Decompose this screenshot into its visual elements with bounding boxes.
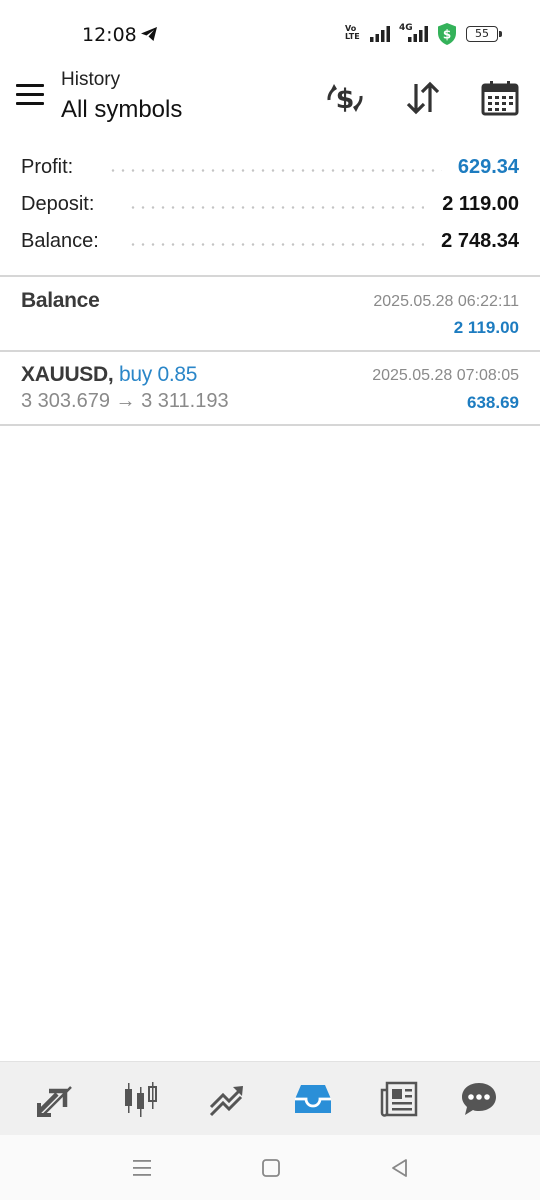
history-summary: Profit: 629.34 Deposit: 2 119.00 Balance… bbox=[0, 150, 540, 261]
deposit-value: 2 119.00 bbox=[442, 193, 519, 215]
recent-apps-icon bbox=[133, 1160, 151, 1176]
home-icon bbox=[262, 1159, 280, 1177]
battery-icon: 55 bbox=[466, 26, 502, 42]
deal-side: buy 0.85 bbox=[118, 363, 198, 386]
leader-dots bbox=[128, 206, 424, 209]
deposit-row: Deposit: 2 119.00 bbox=[0, 187, 540, 224]
calendar-button[interactable] bbox=[478, 76, 522, 120]
back-button[interactable] bbox=[385, 1153, 415, 1183]
nav-chat[interactable] bbox=[455, 1075, 503, 1123]
volte-bottom-label: LTE bbox=[345, 32, 360, 41]
profit-row: Profit: 629.34 bbox=[0, 150, 540, 187]
nav-quotes[interactable] bbox=[31, 1075, 79, 1123]
nav-news[interactable] bbox=[375, 1075, 423, 1123]
menu-icon[interactable] bbox=[16, 84, 44, 108]
sort-icon bbox=[406, 81, 440, 115]
nav-history[interactable] bbox=[289, 1075, 337, 1123]
balance-value: 2 748.34 bbox=[441, 230, 519, 252]
deal-time: 2025.05.28 07:08:05 bbox=[372, 367, 519, 384]
deal-symbol: XAUUSD, buy 0.85 bbox=[21, 363, 197, 387]
nav-chart[interactable] bbox=[116, 1075, 164, 1123]
deal-row-balance[interactable]: Balance 2025.05.28 06:22:11 2 119.00 bbox=[0, 277, 540, 350]
currency-exchange-button[interactable]: $ bbox=[323, 76, 367, 120]
nav-trade[interactable] bbox=[203, 1075, 251, 1123]
divider bbox=[0, 424, 540, 426]
history-icon bbox=[295, 1085, 331, 1113]
volte-icon: Vo LTE bbox=[345, 25, 360, 41]
svg-text:$: $ bbox=[336, 84, 355, 115]
recent-apps-button[interactable] bbox=[127, 1153, 157, 1183]
telegram-icon bbox=[140, 26, 158, 47]
leader-dots bbox=[128, 243, 424, 246]
quotes-icon bbox=[37, 1086, 72, 1117]
deposit-label: Deposit: bbox=[21, 193, 95, 215]
sort-button[interactable] bbox=[401, 76, 445, 120]
back-icon bbox=[392, 1159, 407, 1177]
signal-2-icon bbox=[408, 26, 428, 42]
calendar-icon bbox=[481, 81, 519, 116]
currency-exchange-icon: $ bbox=[327, 84, 363, 115]
deal-symbol-name: XAUUSD, bbox=[21, 363, 114, 386]
deal-amount: 638.69 bbox=[467, 393, 519, 412]
deal-row-xauusd[interactable]: XAUUSD, buy 0.85 2025.05.28 07:08:05 3 3… bbox=[0, 352, 540, 424]
news-icon bbox=[380, 1081, 418, 1117]
home-button[interactable] bbox=[256, 1153, 286, 1183]
chat-icon bbox=[462, 1083, 496, 1115]
balance-row: Balance: 2 748.34 bbox=[0, 224, 540, 261]
balance-label: Balance: bbox=[21, 230, 99, 252]
toolbar-subtitle: History bbox=[61, 69, 121, 90]
leader-dots bbox=[108, 169, 442, 172]
deal-title: Balance bbox=[21, 289, 100, 312]
signal-1-icon bbox=[370, 26, 390, 42]
bottom-navigation bbox=[0, 1061, 540, 1135]
security-shield-icon: $ bbox=[436, 22, 458, 51]
system-navigation-bar bbox=[0, 1135, 540, 1200]
chart-icon bbox=[125, 1082, 157, 1117]
status-time: 12:08 bbox=[82, 24, 137, 46]
app-toolbar: History All symbols $ bbox=[0, 64, 540, 140]
status-bar: 12:08 Vo LTE 4G $ 55 bbox=[0, 0, 540, 64]
deal-prices: 3 303.679 → 3 311.193 bbox=[21, 390, 229, 412]
profit-label: Profit: bbox=[21, 156, 74, 178]
trade-icon bbox=[209, 1086, 243, 1117]
svg-text:$: $ bbox=[443, 28, 451, 42]
profit-value: 629.34 bbox=[457, 156, 519, 178]
deal-amount: 2 119.00 bbox=[453, 318, 519, 337]
deal-time: 2025.05.28 06:22:11 bbox=[373, 293, 519, 310]
toolbar-title[interactable]: All symbols bbox=[61, 96, 182, 124]
